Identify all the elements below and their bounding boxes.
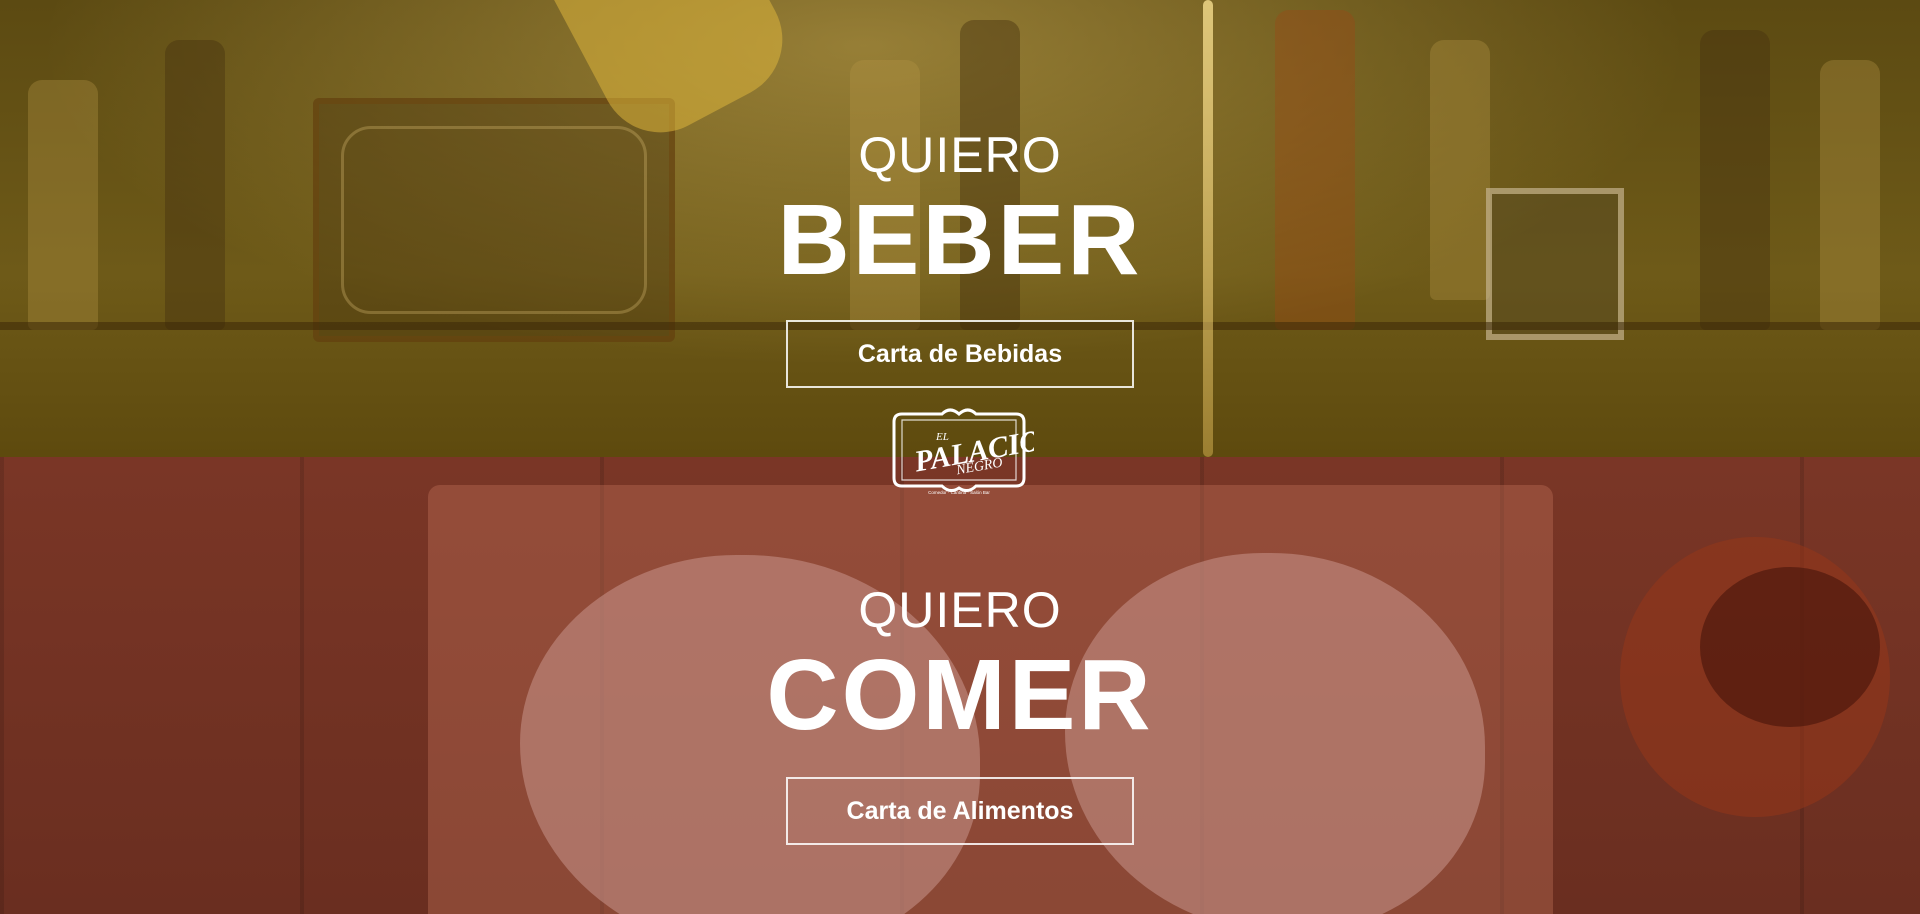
food-headline: COMER	[766, 639, 1154, 751]
drink-headline: BEBER	[777, 184, 1143, 296]
food-kicker: QUIERO	[858, 582, 1062, 638]
drink-kicker: QUIERO	[858, 127, 1062, 183]
food-section: QUIERO COMER Carta de Alimentos	[0, 457, 1920, 914]
food-heading: QUIERO COMER	[0, 585, 1920, 745]
svg-text:Comedor · Cantina · Salón Bar: Comedor · Cantina · Salón Bar	[928, 490, 990, 495]
drink-section: QUIERO BEBER Carta de Bebidas	[0, 0, 1920, 457]
drink-heading: QUIERO BEBER	[0, 130, 1920, 290]
logo-mark-icon: EL PALACIO NEGRO Comedor · Cantina · Sal…	[892, 408, 1043, 495]
food-menu-button[interactable]: Carta de Alimentos	[786, 777, 1134, 845]
drinks-menu-button[interactable]: Carta de Bebidas	[786, 320, 1134, 388]
el-palacio-negro-logo[interactable]: EL PALACIO NEGRO Comedor · Cantina · Sal…	[884, 408, 1043, 504]
